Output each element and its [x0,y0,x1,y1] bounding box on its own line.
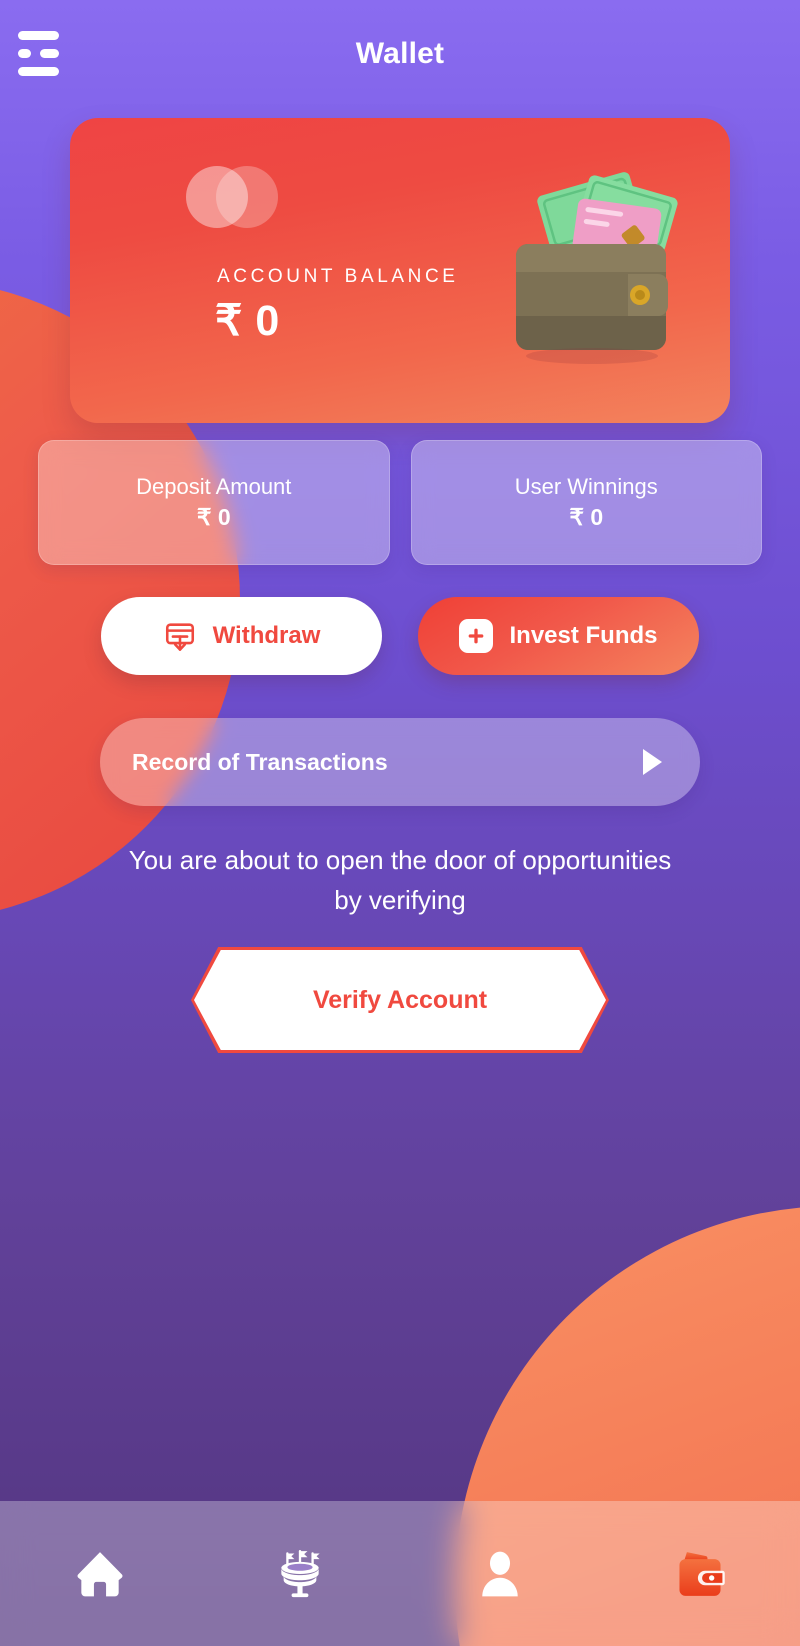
app-header: Wallet [0,0,800,108]
plus-icon [459,619,494,653]
stat-cards: Deposit Amount ₹ 0 User Winnings ₹ 0 [38,440,762,565]
card-download-icon [165,623,194,651]
home-icon [77,1551,123,1596]
nav-profile[interactable] [400,1501,600,1646]
menu-bar-mid [40,48,59,58]
menu-bar [18,30,59,40]
invest-funds-label: Invest Funds [509,622,658,649]
wallet-icon [679,1551,725,1596]
verify-account-wrapper: Verify Account [191,947,609,1054]
invest-funds-button[interactable]: Invest Funds [418,597,699,675]
hamburger-menu-icon[interactable] [18,28,70,78]
menu-row-bottom [18,66,70,76]
account-balance-value: ₹0 [215,296,280,346]
withdraw-label: Withdraw [212,622,321,649]
wallet-with-cash-icon [516,172,678,364]
wallet-screen: Wallet ACCOUNT BALANCE ₹0 Deposit Amount… [0,0,800,1646]
page-title: Wallet [355,37,445,70]
verify-account-button[interactable]: Verify Account [194,950,606,1051]
action-buttons: Withdraw Invest Funds [38,597,762,675]
user-winnings-value: ₹ 0 [569,504,604,530]
nav-home[interactable] [0,1501,200,1646]
account-balance-label: ACCOUNT BALANCE [217,266,459,287]
plus-glyph [469,628,484,644]
currency-symbol: ₹ [215,297,244,345]
deposit-amount-value: ₹ 0 [196,504,231,530]
record-of-transactions-row[interactable]: Record of Transactions [100,718,700,806]
withdraw-button[interactable]: Withdraw [101,597,382,675]
mastercard-logo-icon [186,166,278,228]
user-winnings-card[interactable]: User Winnings ₹ 0 [410,440,762,565]
menu-row-middle [18,48,70,58]
menu-bar [18,66,59,76]
nav-wallet[interactable] [600,1501,800,1646]
stadium-icon [281,1549,320,1597]
bottom-navigation [0,1501,800,1646]
verify-message: You are about to open the door of opport… [128,845,672,915]
deposit-amount-label: Deposit Amount [136,474,292,499]
mastercard-circle-right [216,166,278,228]
nav-stadium[interactable] [200,1501,400,1646]
user-winnings-label: User Winnings [514,474,658,499]
person-icon [482,1551,518,1596]
record-of-transactions-label: Record of Transactions [132,748,388,775]
chevron-right-icon [643,749,662,775]
menu-bar-dot [18,48,31,58]
deposit-amount-card[interactable]: Deposit Amount ₹ 0 [38,440,390,565]
balance-amount: 0 [255,297,281,345]
menu-row-top [18,30,70,40]
account-balance-card: ACCOUNT BALANCE ₹0 [70,118,730,423]
